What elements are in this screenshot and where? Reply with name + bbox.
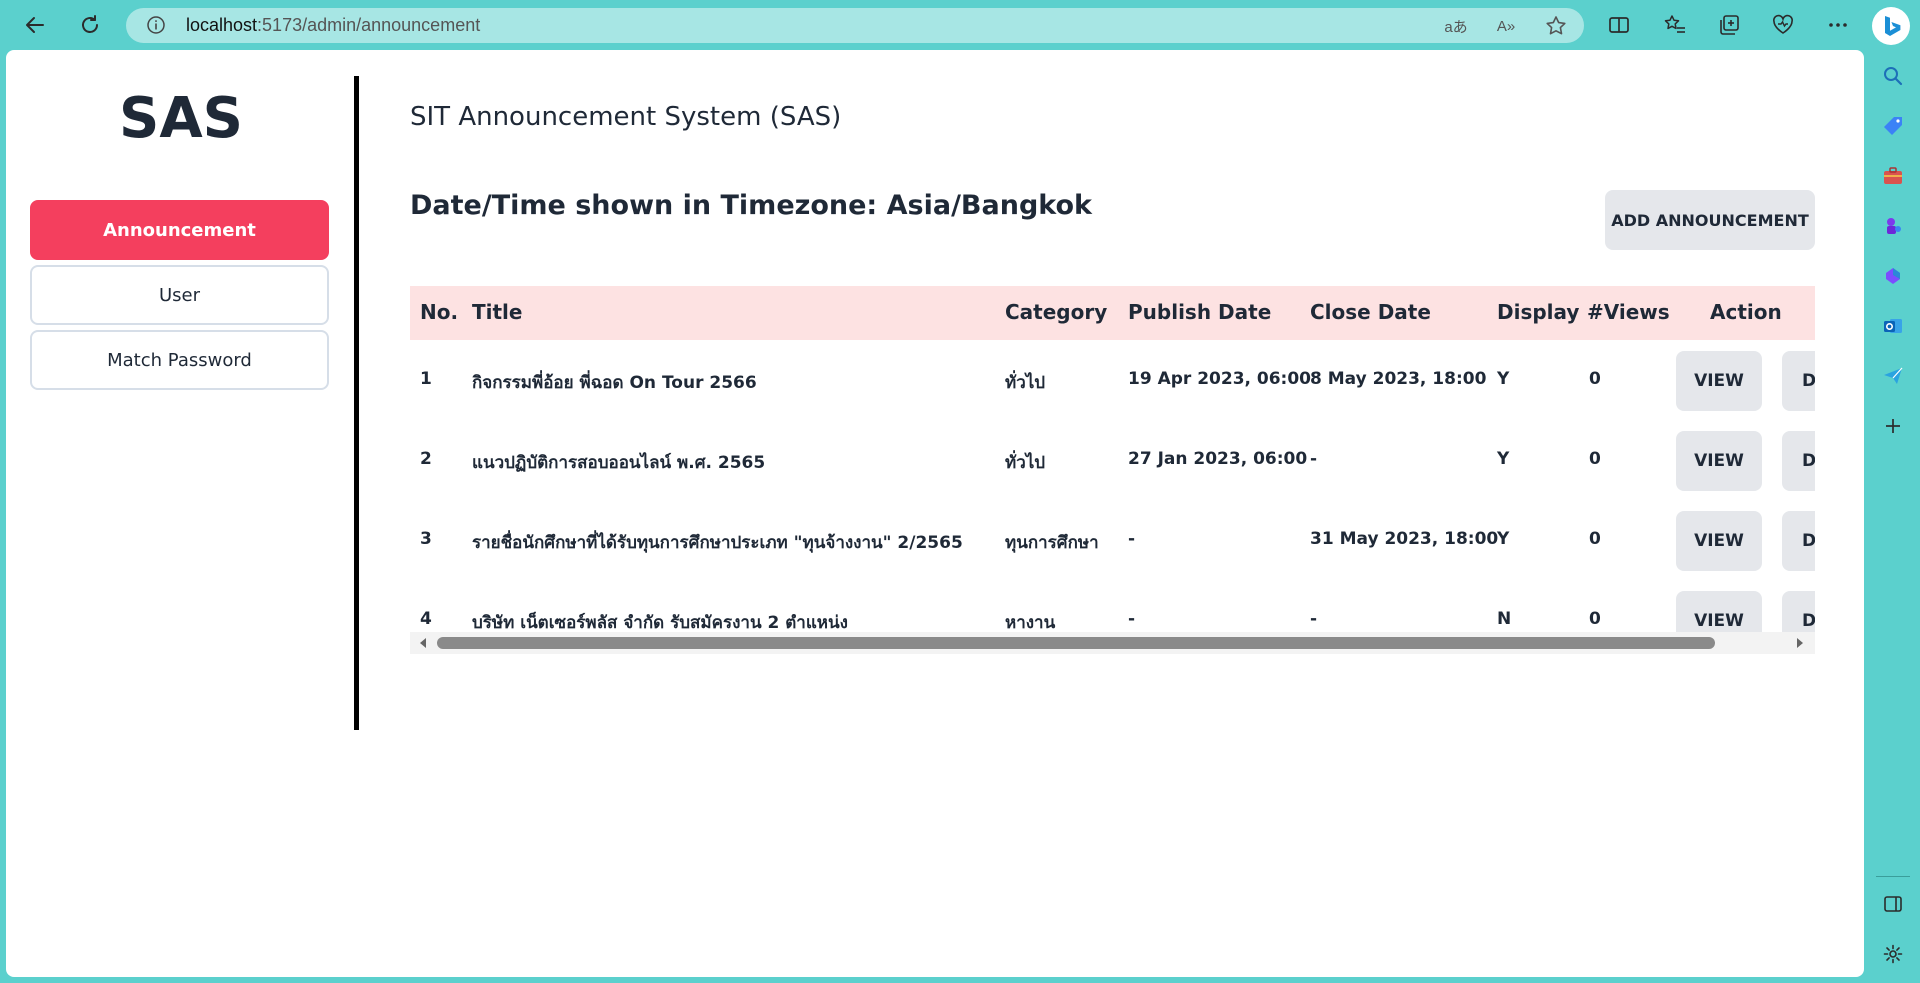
app-sidebar: SAS Announcement User Match Password	[6, 50, 356, 730]
tools-briefcase-icon[interactable]	[1879, 162, 1907, 190]
row-views: 0	[1589, 449, 1601, 469]
row-display: Y	[1497, 369, 1510, 389]
sidebar-item-announcement[interactable]: Announcement	[30, 200, 329, 260]
table-header: No. Title Category Publish Date Close Da…	[410, 286, 1815, 340]
row-title: รายชื่อนักศึกษาที่ได้รับทุนการศึกษาประเภ…	[472, 533, 963, 553]
delete-button[interactable]: DELETE	[1782, 431, 1815, 491]
search-icon[interactable]	[1879, 62, 1907, 90]
sidebar-item-user[interactable]: User	[30, 265, 329, 325]
row-close-date: 31 May 2023, 18:00	[1310, 529, 1499, 549]
table-row: 3 รายชื่อนักศึกษาที่ได้รับทุนการศึกษาประ…	[410, 501, 1815, 581]
add-plus-icon[interactable]	[1879, 412, 1907, 440]
row-title: แนวปฏิบัติการสอบออนไลน์ พ.ศ. 2565	[472, 453, 766, 473]
url-host: localhost	[186, 15, 258, 35]
refresh-button[interactable]	[72, 8, 108, 42]
row-category: ทั่วไป	[1005, 373, 1046, 393]
url-path: :5173/admin/announcement	[257, 15, 481, 35]
sidebar-divider	[1876, 876, 1910, 877]
add-announcement-button[interactable]: ADD ANNOUNCEMENT	[1605, 190, 1815, 250]
col-views: #Views	[1587, 300, 1670, 324]
row-publish-date: -	[1128, 529, 1136, 549]
sidebar-item-match-password[interactable]: Match Password	[30, 330, 329, 390]
info-icon[interactable]	[146, 15, 166, 35]
address-bar[interactable]: localhost:5173/admin/announcement aあ A»	[126, 8, 1584, 43]
scrollbar-thumb[interactable]	[437, 637, 1715, 649]
col-no: No.	[420, 300, 459, 324]
col-display: Display	[1497, 300, 1580, 324]
split-screen-icon[interactable]	[1602, 8, 1636, 42]
row-views: 0	[1589, 609, 1601, 629]
more-options-icon[interactable]	[1821, 8, 1855, 42]
col-action: Action	[1710, 300, 1782, 324]
refresh-icon	[82, 15, 98, 33]
page-content: SAS Announcement User Match Password SIT…	[6, 50, 1864, 977]
timezone-heading: Date/Time shown in Timezone: Asia/Bangko…	[410, 190, 1093, 221]
scroll-right-icon[interactable]	[1795, 637, 1807, 649]
row-display: Y	[1497, 449, 1510, 469]
collections-icon[interactable]	[1712, 8, 1746, 42]
view-button[interactable]: VIEW	[1676, 431, 1762, 491]
browser-essentials-icon[interactable]	[1766, 8, 1800, 42]
back-button[interactable]	[17, 8, 53, 42]
row-display: N	[1497, 609, 1512, 629]
view-button[interactable]: VIEW	[1676, 351, 1762, 411]
horizontal-scrollbar[interactable]	[410, 632, 1815, 654]
row-no: 1	[420, 369, 432, 389]
read-aloud-icon[interactable]: A»	[1494, 14, 1518, 38]
hide-sidebar-icon[interactable]	[1879, 890, 1907, 918]
outlook-icon[interactable]	[1879, 312, 1907, 340]
col-close-date: Close Date	[1310, 300, 1431, 324]
sidebar-divider-line	[354, 76, 359, 730]
col-title: Title	[472, 300, 523, 324]
browser-toolbar: localhost:5173/admin/announcement aあ A»	[0, 0, 1920, 50]
row-views: 0	[1589, 529, 1601, 549]
view-button[interactable]: VIEW	[1676, 511, 1762, 571]
table-row: 1 กิจกรรมพี่อ้อย พี่ฉอด On Tour 2566 ทั่…	[410, 341, 1815, 421]
row-publish-date: -	[1128, 609, 1136, 629]
edge-sidebar	[1866, 50, 1920, 983]
announcement-table: No. Title Category Publish Date Close Da…	[410, 286, 1815, 661]
favorite-star-icon[interactable]	[1544, 14, 1568, 38]
row-publish-date: 27 Jan 2023, 06:00	[1128, 449, 1308, 469]
row-display: Y	[1497, 529, 1510, 549]
settings-gear-icon[interactable]	[1879, 940, 1907, 968]
col-publish-date: Publish Date	[1128, 300, 1272, 324]
delete-button[interactable]: DELETE	[1782, 511, 1815, 571]
row-no: 4	[420, 609, 432, 629]
favorites-icon[interactable]	[1658, 8, 1692, 42]
row-close-date: -	[1310, 609, 1318, 629]
page-title: SIT Announcement System (SAS)	[410, 102, 842, 132]
row-category: ทั่วไป	[1005, 453, 1046, 473]
col-category: Category	[1005, 300, 1108, 324]
send-telegram-icon[interactable]	[1879, 362, 1907, 390]
delete-button[interactable]: DELETE	[1782, 351, 1815, 411]
row-no: 3	[420, 529, 432, 549]
brand-logo-text: SAS	[118, 86, 243, 151]
translate-icon[interactable]: aあ	[1444, 14, 1468, 38]
row-category: ทุนการศึกษา	[1005, 533, 1099, 553]
row-close-date: -	[1310, 449, 1318, 469]
row-close-date: 8 May 2023, 18:00	[1310, 369, 1487, 389]
microsoft-365-icon[interactable]	[1879, 262, 1907, 290]
shopping-tag-icon[interactable]	[1879, 112, 1907, 140]
scroll-left-icon[interactable]	[418, 637, 430, 649]
table-row: 2 แนวปฏิบัติการสอบออนไลน์ พ.ศ. 2565 ทั่ว…	[410, 421, 1815, 501]
row-no: 2	[420, 449, 432, 469]
bing-copilot-icon[interactable]	[1872, 7, 1910, 45]
url-text[interactable]: localhost:5173/admin/announcement	[186, 15, 480, 36]
row-views: 0	[1589, 369, 1601, 389]
games-icon[interactable]	[1879, 212, 1907, 240]
row-publish-date: 19 Apr 2023, 06:00	[1128, 369, 1312, 389]
row-title: กิจกรรมพี่อ้อย พี่ฉอด On Tour 2566	[472, 373, 757, 393]
back-arrow-icon	[26, 17, 44, 33]
